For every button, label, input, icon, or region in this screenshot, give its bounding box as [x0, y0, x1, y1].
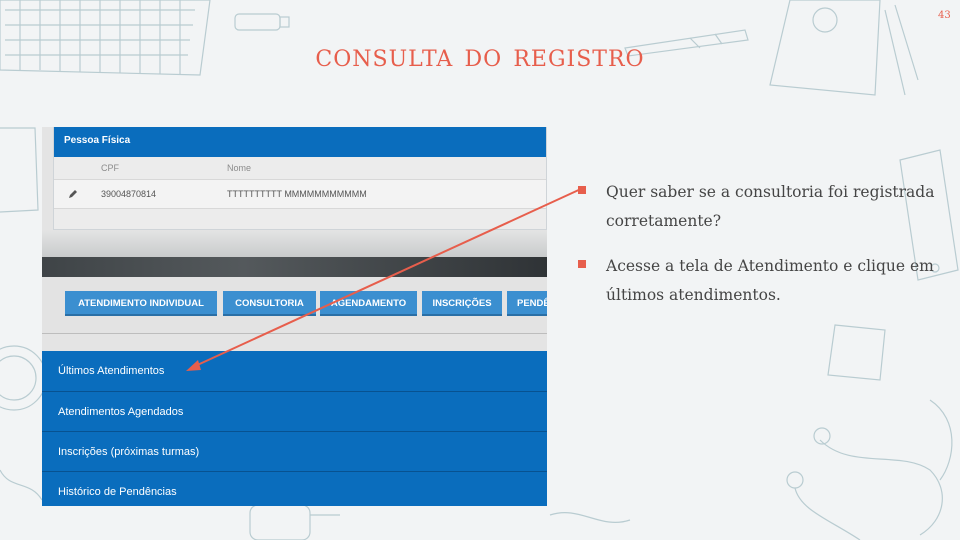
atendimento-menu: Últimos Atendimentos Atendimentos Agenda… [42, 351, 547, 506]
tab-inscricoes[interactable]: INSCRIÇÕES [422, 291, 502, 316]
earphones-doodle [786, 399, 953, 540]
sticky-note-doodle [827, 324, 886, 381]
table-header: CPF Nome [54, 157, 546, 179]
tab-pendencias[interactable]: PENDÊNCIAS [507, 291, 547, 316]
bullet-item: Acesse a tela de Atendimento e clique em… [578, 252, 948, 310]
panel-header: Pessoa Física [54, 127, 546, 157]
tab-agendamento[interactable]: AGENDAMENTO [320, 291, 417, 316]
glasses-doodle [249, 504, 340, 540]
tab-atendimento-individual[interactable]: ATENDIMENTO INDIVIDUAL [65, 291, 217, 316]
bullet-list: Quer saber se a consultoria foi registra… [578, 178, 948, 326]
pencil-icon[interactable] [68, 189, 78, 199]
column-nome: Nome [227, 163, 252, 173]
slide-title: consulta do registro [315, 36, 645, 74]
cup-doodle [0, 345, 47, 411]
menu-item-ultimos-atendimentos[interactable]: Últimos Atendimentos [42, 351, 547, 392]
cell-name: TTTTTTTTTT MMMMMMMMMMM [227, 189, 367, 199]
embedded-screenshot: Pessoa Física CPF Nome 39004870814 TTTTT… [42, 127, 547, 506]
bullet-text: Acesse a tela de Atendimento e clique em… [606, 257, 934, 304]
dark-band [42, 257, 547, 277]
divider [42, 230, 547, 257]
bullet-item: Quer saber se a consultoria foi registra… [578, 178, 948, 236]
tabs-bar: ATENDIMENTO INDIVIDUAL CONSULTORIA AGEND… [42, 277, 547, 334]
cell-cpf: 39004870814 [101, 189, 157, 199]
bullet-marker [578, 186, 586, 194]
column-cpf: CPF [101, 163, 119, 173]
menu-item-historico-pendencias[interactable]: Histórico de Pendências [42, 472, 547, 506]
pessoa-fisica-panel: Pessoa Física CPF Nome 39004870814 TTTTT… [53, 127, 547, 230]
bullet-text: Quer saber se a consultoria foi registra… [606, 183, 935, 230]
tab-consultoria[interactable]: CONSULTORIA [223, 291, 316, 316]
usb-doodle [234, 13, 290, 31]
menu-item-inscricoes[interactable]: Inscrições (próximas turmas) [42, 432, 547, 472]
table-row[interactable]: 39004870814 TTTTTTTTTT MMMMMMMMMMM [54, 179, 546, 209]
menu-item-atendimentos-agendados[interactable]: Atendimentos Agendados [42, 392, 547, 432]
bullet-marker [578, 260, 586, 268]
tablet-doodle [0, 127, 39, 213]
page-number: 43 [938, 10, 951, 21]
